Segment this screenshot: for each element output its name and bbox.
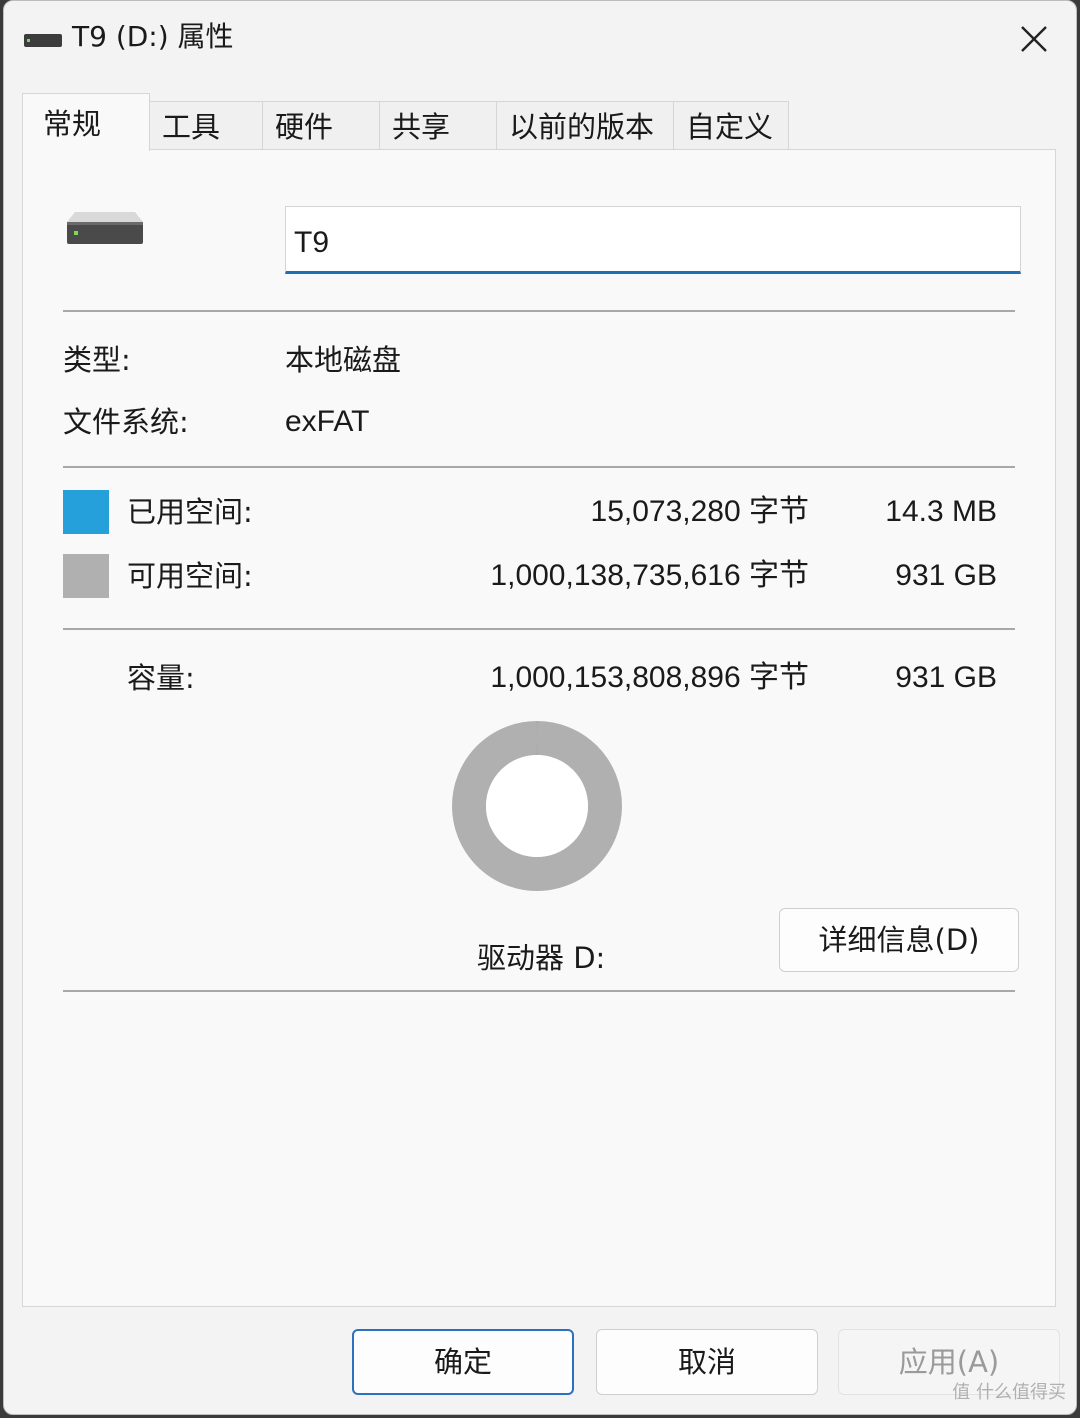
drive-icon bbox=[24, 34, 62, 47]
used-space-label: 已用空间: bbox=[127, 495, 253, 529]
cancel-button[interactable]: 取消 bbox=[596, 1329, 818, 1395]
close-icon bbox=[1021, 26, 1047, 52]
free-space-label: 可用空间: bbox=[127, 559, 253, 593]
tab-previous-versions[interactable]: 以前的版本 bbox=[496, 101, 674, 149]
properties-window: T9 (D:) 属性 常规 工具 硬件 共享 以前的版本 自定义 类型: 本地磁… bbox=[3, 0, 1077, 1415]
ok-button[interactable]: 确定 bbox=[352, 1329, 574, 1395]
used-space-bytes: 15,073,280 字节 bbox=[590, 495, 809, 528]
close-button[interactable] bbox=[1008, 13, 1060, 65]
tab-general[interactable]: 常规 bbox=[22, 93, 150, 151]
tab-customize[interactable]: 自定义 bbox=[673, 101, 789, 149]
hard-drive-icon bbox=[67, 212, 143, 244]
filesystem-value: exFAT bbox=[285, 405, 370, 438]
divider-1 bbox=[63, 310, 1015, 312]
divider-3 bbox=[63, 628, 1015, 630]
capacity-label: 容量: bbox=[127, 661, 195, 695]
window-title: T9 (D:) 属性 bbox=[72, 20, 234, 53]
tab-strip: 常规 工具 硬件 共享 以前的版本 自定义 bbox=[22, 93, 1076, 151]
free-space-swatch bbox=[63, 554, 109, 598]
capacity-bytes: 1,000,153,808,896 字节 bbox=[490, 661, 809, 694]
tab-hardware[interactable]: 硬件 bbox=[262, 101, 380, 149]
divider-4 bbox=[63, 990, 1015, 992]
drive-letter-label: 驱动器 D: bbox=[477, 941, 606, 975]
details-button[interactable]: 详细信息(D) bbox=[779, 908, 1019, 972]
free-space-size: 931 GB bbox=[895, 559, 997, 592]
free-space-bytes: 1,000,138,735,616 字节 bbox=[490, 559, 809, 592]
capacity-size: 931 GB bbox=[895, 661, 997, 694]
usage-donut-chart bbox=[452, 721, 622, 891]
divider-2 bbox=[63, 466, 1015, 468]
title-bar[interactable]: T9 (D:) 属性 bbox=[4, 1, 1076, 77]
general-panel: 类型: 本地磁盘 文件系统: exFAT 已用空间: 15,073,280 字节… bbox=[22, 149, 1056, 1307]
filesystem-label: 文件系统: bbox=[63, 405, 189, 439]
type-label: 类型: bbox=[63, 343, 131, 377]
used-space-size: 14.3 MB bbox=[885, 495, 997, 528]
drive-name-input[interactable] bbox=[285, 206, 1021, 274]
watermark: 值 什么值得买 bbox=[952, 1382, 1066, 1403]
type-value: 本地磁盘 bbox=[285, 343, 402, 377]
tab-tools[interactable]: 工具 bbox=[149, 101, 263, 149]
tab-sharing[interactable]: 共享 bbox=[379, 101, 497, 149]
used-space-swatch bbox=[63, 490, 109, 534]
